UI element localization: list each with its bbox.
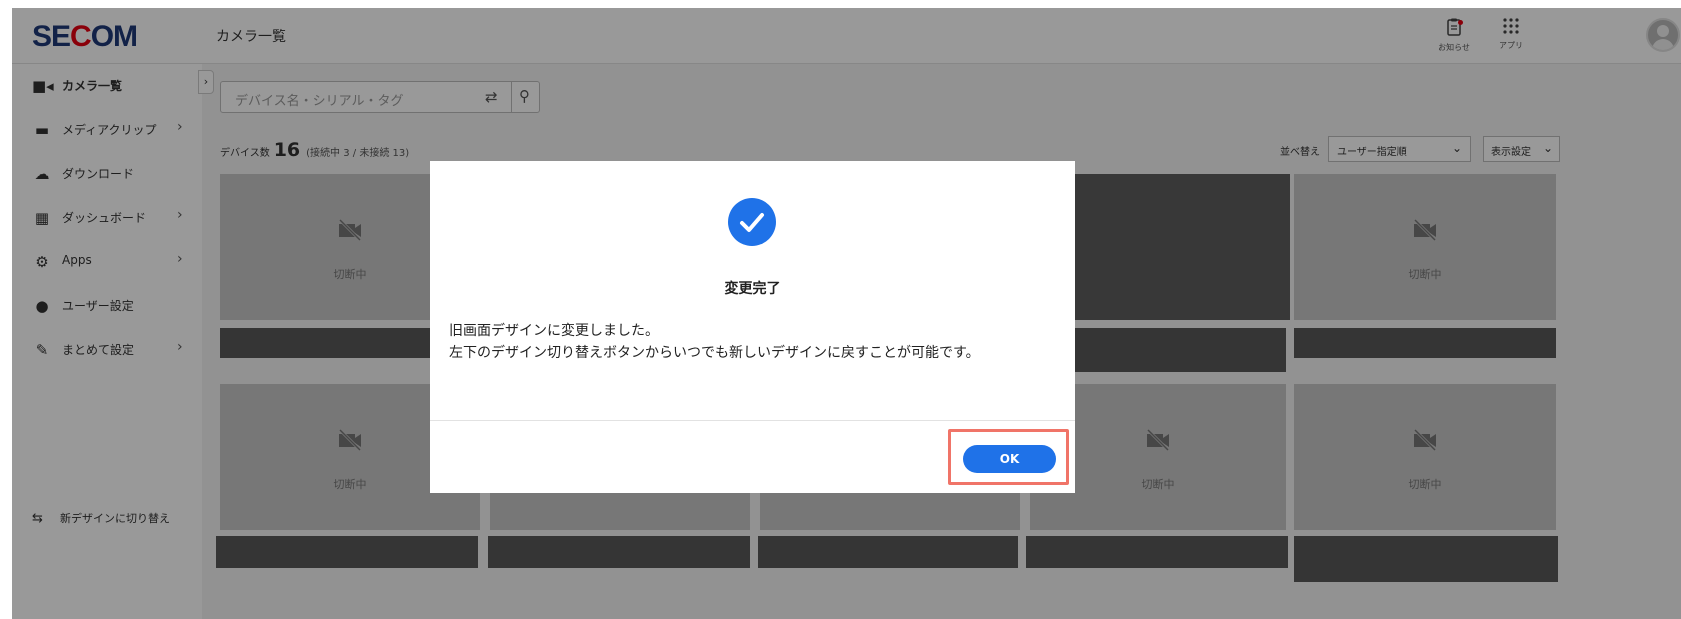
change-complete-dialog: 変更完了 旧画面デザインに変更しました。 左下のデザイン切り替えボタンからいつで… (430, 161, 1075, 493)
dialog-message: 旧画面デザインに変更しました。 左下のデザイン切り替えボタンからいつでも新しいデ… (449, 320, 980, 364)
screenshot-border-left (0, 0, 12, 619)
dialog-message-line1: 旧画面デザインに変更しました。 (449, 323, 659, 339)
screenshot-border-top (0, 0, 1681, 8)
dialog-divider (430, 420, 1075, 421)
check-circle-icon (728, 198, 776, 246)
dialog-message-line2: 左下のデザイン切り替えボタンからいつでも新しいデザインに戻すことが可能です。 (449, 345, 980, 361)
dialog-title: 変更完了 (724, 281, 781, 297)
ok-button[interactable]: OK (963, 445, 1056, 473)
